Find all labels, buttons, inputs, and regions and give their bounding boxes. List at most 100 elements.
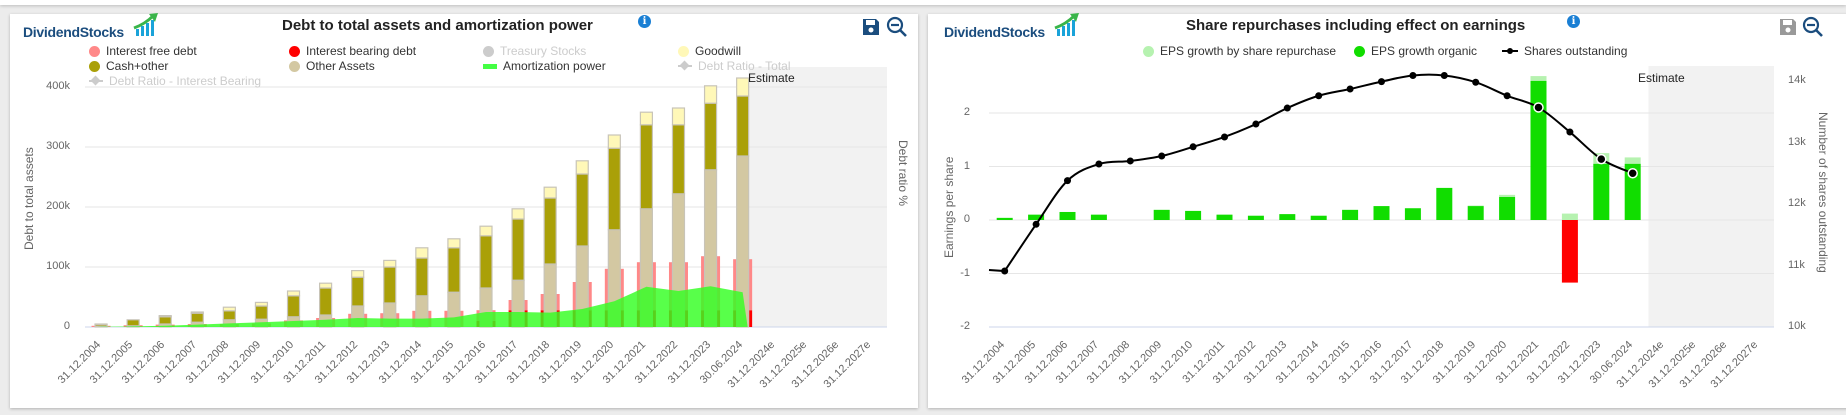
legend-label: Interest free debt — [106, 44, 197, 58]
legend-dot-icon — [483, 45, 494, 57]
dividendstocks-logo[interactable]: DividendStocks — [944, 13, 1079, 40]
bar-cash-other — [222, 310, 236, 321]
y-tick-label: 0 — [63, 320, 70, 332]
zoom-out-icon[interactable] — [1802, 16, 1824, 43]
legend-item-other-assets[interactable]: Other Assets — [289, 59, 375, 73]
y2-tick-label: 12k — [1788, 197, 1806, 209]
marker-shares-outstanding — [1315, 92, 1323, 100]
bar-goodwill — [479, 225, 493, 237]
bar-cash-other — [319, 287, 333, 316]
legend-item-cash-other[interactable]: Cash+other — [89, 59, 168, 73]
marker-shares-outstanding — [1064, 177, 1071, 185]
bar-cash-other — [447, 247, 461, 293]
y-tick-label: 300k — [46, 140, 70, 152]
legend-label: Cash+other — [106, 59, 169, 73]
legend-dot-icon — [1143, 45, 1154, 57]
bar-eps-growth-organic — [1530, 80, 1547, 221]
bar-cash-other — [607, 147, 621, 231]
legend-dot-icon — [678, 45, 689, 57]
y-axis-title: Earnings per share — [942, 156, 956, 258]
legend-dot-icon — [1354, 45, 1365, 57]
bar-cash-other — [254, 305, 269, 320]
estimate-label: Estimate — [1638, 71, 1685, 85]
legend-item-amortization-power[interactable]: Amortization power — [483, 59, 606, 73]
legend-item-interest-free-debt[interactable]: Interest free debt — [89, 44, 197, 58]
bar-eps-growth-by-share-repurchase — [1561, 213, 1578, 220]
info-icon[interactable]: i — [1567, 15, 1580, 28]
bar-goodwill — [286, 290, 301, 297]
marker-shares-outstanding — [1346, 85, 1354, 93]
bar-goodwill — [351, 270, 365, 278]
save-icon[interactable] — [862, 18, 880, 41]
marker-shares-outstanding — [1221, 133, 1228, 141]
bar-eps-growth-organic — [1436, 187, 1453, 220]
bar-cash-other — [415, 257, 429, 297]
zoom-out-icon[interactable] — [886, 16, 908, 43]
logo-chart-icon — [1054, 13, 1079, 36]
legend-label: Goodwill — [695, 44, 742, 58]
bar-goodwill — [639, 111, 654, 126]
legend-item-shares-outstanding[interactable]: Shares outstanding — [1502, 44, 1627, 58]
marker-shares-outstanding — [1627, 168, 1638, 179]
legend-label: Debt Ratio - Interest Bearing — [109, 74, 262, 88]
marker-shares-outstanding — [1126, 157, 1134, 165]
y-tick-label: 100k — [46, 260, 70, 272]
bar-goodwill — [158, 315, 172, 318]
legend-item-debt-ratio-interest-bearing[interactable]: Debt Ratio - Interest Bearing — [89, 74, 261, 88]
bar-eps-growth-by-share-repurchase — [1467, 205, 1484, 207]
legend-line-diamond-icon — [89, 75, 103, 86]
bar-goodwill — [703, 85, 718, 104]
bar-cash-other — [639, 124, 654, 210]
bar-eps-growth-organic — [1593, 163, 1610, 220]
y-tick-label: -2 — [960, 320, 970, 332]
legend-item-eps-growth-by-share-repurchase[interactable]: EPS growth by share repurchase — [1143, 44, 1336, 58]
bar-cash-other — [703, 102, 718, 171]
marker-shares-outstanding — [1095, 160, 1103, 168]
legend-item-interest-bearing-debt[interactable]: Interest bearing debt — [289, 44, 416, 58]
legend-label: Other Assets — [306, 59, 375, 73]
y2-axis-title: Number of shares outstanding — [1816, 112, 1830, 273]
bar-eps-growth-organic-negative — [1561, 220, 1578, 283]
legend-label: Shares outstanding — [1524, 44, 1628, 58]
bar-cash-other — [126, 319, 140, 327]
bar-cash-other — [671, 124, 686, 195]
bar-eps-growth-organic — [1279, 214, 1296, 220]
y2-axis-title: Debt ratio % — [896, 140, 910, 207]
bar-eps-growth-organic — [1342, 209, 1359, 220]
marker-shares-outstanding — [1158, 152, 1166, 160]
legend-item-eps-growth-organic[interactable]: EPS growth organic — [1354, 44, 1477, 58]
legend-dot-icon — [289, 60, 300, 72]
y-axis-title: Debt to total assets — [22, 147, 36, 250]
legend-label: EPS growth organic — [1371, 44, 1478, 58]
bar-eps-growth-by-share-repurchase — [1530, 76, 1547, 81]
bar-goodwill — [94, 323, 108, 326]
bar-cash-other — [286, 295, 301, 318]
legend-line-diamond-icon — [678, 60, 692, 71]
marker-shares-outstanding — [1533, 102, 1544, 113]
bar-cash-other — [190, 312, 204, 323]
save-icon[interactable] — [1779, 18, 1797, 41]
bar-goodwill — [319, 282, 333, 289]
marker-shares-outstanding — [1283, 104, 1291, 112]
marker-shares-outstanding — [1503, 92, 1511, 100]
bar-goodwill — [671, 107, 686, 126]
legend-item-goodwill[interactable]: Goodwill — [678, 44, 741, 58]
bar-eps-growth-organic — [1467, 206, 1484, 220]
logo-text: DividendStocks — [23, 24, 124, 40]
bar-eps-growth-organic — [1373, 206, 1390, 220]
marker-shares-outstanding — [1189, 143, 1197, 151]
y2-tick-label: 10k — [1788, 320, 1806, 332]
legend-line-marker-icon — [1502, 48, 1518, 54]
y-tick-label: 1 — [963, 159, 970, 172]
dividendstocks-logo[interactable]: DividendStocks — [23, 13, 158, 40]
legend-dot-icon — [89, 45, 100, 57]
estimate-label: Estimate — [748, 71, 795, 85]
y2-tick-label: 14k — [1788, 74, 1806, 86]
legend-item-treasury-stocks[interactable]: Treasury Stocks — [483, 44, 586, 58]
y-tick-label: 200k — [46, 200, 70, 212]
bar-goodwill — [575, 160, 589, 175]
info-icon[interactable]: i — [638, 15, 651, 28]
marker-shares-outstanding — [1001, 267, 1009, 275]
bar-goodwill — [415, 247, 429, 259]
marker-shares-outstanding — [1440, 71, 1448, 79]
